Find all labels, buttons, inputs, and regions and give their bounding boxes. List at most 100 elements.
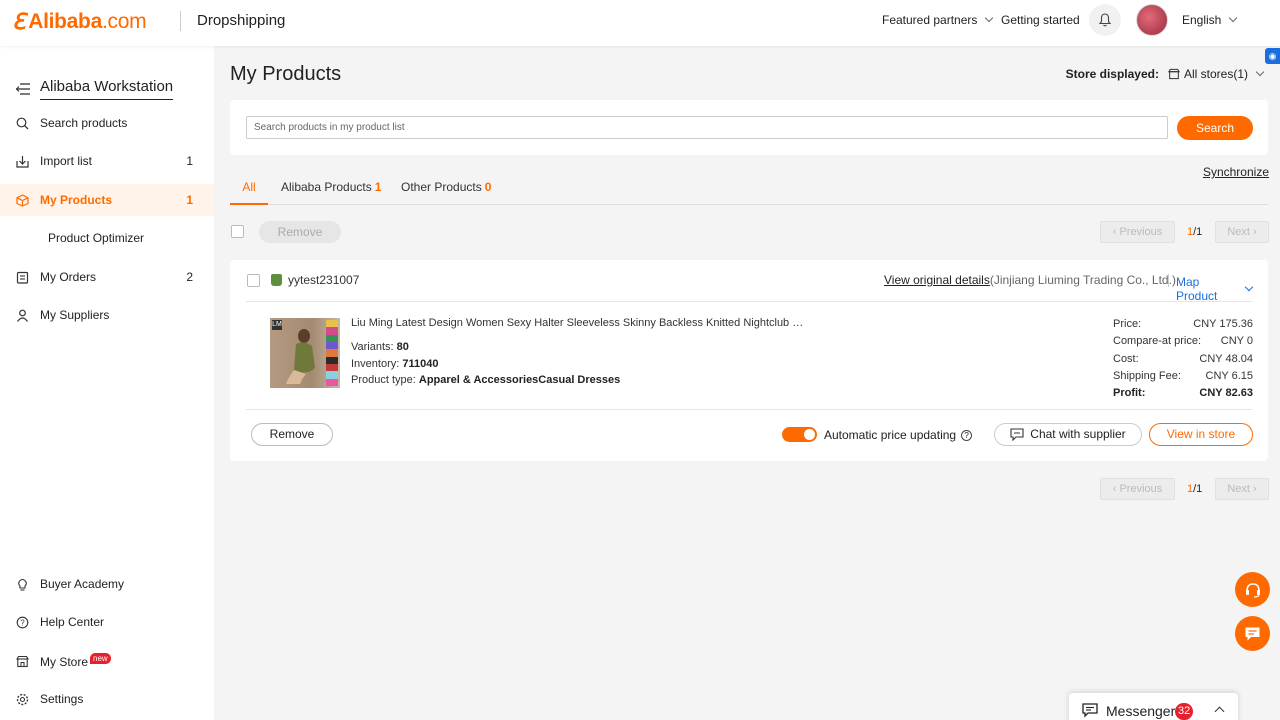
remove-product-button[interactable]: Remove (251, 423, 333, 446)
sidebar-item-import-list[interactable]: Import list 1 (0, 145, 214, 177)
collapse-menu-icon[interactable] (16, 83, 30, 95)
search-icon (15, 116, 29, 130)
featured-partners-menu[interactable]: Featured partners (882, 13, 994, 27)
previous-label: Previous (1119, 483, 1163, 495)
sidebar-item-count: 2 (186, 270, 193, 284)
product-tabs: All Alibaba Products 1 Other Products 0 (230, 170, 1268, 205)
store-icon (15, 654, 29, 668)
supplier-name: (Jinjiang Liuming Trading Co., Ltd.) (989, 273, 1176, 287)
tab-all[interactable]: All (230, 170, 268, 205)
product-checkbox[interactable] (247, 274, 260, 287)
headset-icon (1245, 582, 1260, 598)
auto-price-label: Automatic price updating ? (824, 428, 973, 442)
bell-icon (1098, 13, 1112, 27)
view-original-link[interactable]: View original details (884, 273, 990, 287)
sidebar-item-my-store[interactable]: My Store new (0, 645, 214, 677)
product-card-header: yytest231007 View original details(Jinji… (246, 260, 1254, 303)
next-label: Next (1227, 483, 1250, 495)
sidebar: Alibaba Workstation Search products Impo… (0, 46, 214, 720)
floating-assistant-icon[interactable]: ◉ (1265, 48, 1280, 64)
sidebar-item-buyer-academy[interactable]: Buyer Academy (0, 568, 214, 600)
avatar[interactable] (1136, 4, 1168, 36)
price-label: Shipping Fee: (1113, 369, 1181, 382)
price-row: Price: CNY 175.36 (1113, 318, 1253, 335)
page-title: My Products (230, 63, 342, 85)
customer-service-button[interactable] (1235, 572, 1270, 607)
price-value: CNY 6.15 (1205, 369, 1254, 382)
sidebar-item-my-products[interactable]: My Products 1 (0, 184, 214, 216)
variants-label: Variants: (351, 341, 397, 353)
compare-at-price-row: Compare-at price: CNY 0 (1113, 335, 1253, 352)
sidebar-item-label: Help Center (40, 615, 105, 629)
orders-icon (15, 270, 29, 284)
divider (1168, 274, 1169, 287)
product-type: Product type: Apparel & AccessoriesCasua… (351, 374, 620, 386)
sidebar-item-label: My Orders (40, 270, 97, 284)
notifications-button[interactable] (1089, 4, 1121, 36)
messenger-bar[interactable]: Messenger 32 (1069, 693, 1238, 720)
sidebar-item-my-suppliers[interactable]: My Suppliers (0, 299, 214, 331)
bulk-remove-button[interactable]: Remove (259, 221, 341, 243)
select-all-checkbox[interactable] (231, 225, 244, 238)
sidebar-item-search-products[interactable]: Search products (0, 107, 214, 139)
next-page-button[interactable]: Next › (1215, 221, 1269, 243)
chevron-up-icon[interactable] (1214, 706, 1225, 717)
alibaba-logo[interactable]: ℇ Alibaba .com (12, 9, 147, 35)
previous-page-button-bottom[interactable]: ‹ Previous (1100, 478, 1175, 500)
sidebar-item-settings[interactable]: Settings (0, 683, 214, 715)
feedback-button[interactable] (1235, 616, 1270, 651)
auto-price-toggle[interactable] (782, 427, 817, 442)
chat-with-supplier-button[interactable]: Chat with supplier (994, 423, 1142, 446)
messenger-unread-badge: 32 (1175, 703, 1194, 720)
shipping-fee-row: Shipping Fee: CNY 6.15 (1113, 370, 1253, 387)
search-input[interactable] (246, 116, 1168, 139)
section-title[interactable]: Dropshipping (197, 12, 285, 29)
workstation-header[interactable]: Alibaba Workstation (16, 78, 174, 100)
alibaba-logo-mark-icon: ℇ (12, 9, 26, 34)
price-label: Compare-at price: (1113, 335, 1202, 348)
map-product-dropdown[interactable]: Map Product (1176, 275, 1254, 303)
sidebar-item-product-optimizer[interactable]: Product Optimizer (0, 222, 214, 254)
chat-icon (1010, 428, 1024, 441)
sidebar-item-label: Product Optimizer (48, 231, 145, 245)
user-icon (15, 308, 29, 322)
price-summary: Price: CNY 175.36 Compare-at price: CNY 0 … (1113, 318, 1253, 404)
view-in-store-button[interactable]: View in store (1149, 423, 1253, 446)
store-selector[interactable]: Store displayed: All stores(1) (1066, 67, 1265, 81)
sidebar-item-label: Buyer Academy (40, 577, 125, 591)
sidebar-item-help-center[interactable]: ? Help Center (0, 606, 214, 638)
price-label: Cost: (1113, 352, 1139, 365)
page-indicator: 1/1 (1187, 226, 1202, 238)
sidebar-item-label: My Products (40, 193, 113, 207)
shopify-icon (271, 274, 282, 286)
sidebar-item-label: My Store new (40, 653, 111, 669)
price-label: Price: (1113, 318, 1142, 330)
type-label: Product type: (351, 374, 419, 386)
getting-started-link[interactable]: Getting started (1001, 13, 1080, 27)
question-icon[interactable]: ? (961, 429, 973, 441)
chevron-down-icon (1229, 13, 1238, 23)
product-variants: Variants: 80 (351, 341, 409, 353)
my-store-label: My Store (40, 655, 89, 669)
product-inventory: Inventory: 711040 (351, 358, 438, 370)
product-thumbnail[interactable]: LM (270, 318, 340, 388)
sidebar-item-label: Settings (40, 692, 84, 706)
sidebar-item-my-orders[interactable]: My Orders 2 (0, 261, 214, 293)
tab-label: All (242, 180, 256, 194)
price-value: CNY 175.36 (1193, 318, 1253, 330)
next-page-button-bottom[interactable]: Next › (1215, 478, 1269, 500)
language-selector[interactable]: English (1182, 13, 1238, 27)
total-pages: /1 (1193, 483, 1203, 495)
lightbulb-icon (15, 577, 29, 591)
header-divider (180, 11, 181, 31)
product-title[interactable]: Liu Ming Latest Design Women Sexy Halter… (351, 317, 811, 329)
search-button[interactable]: Search (1177, 116, 1253, 140)
store-name-text: yytest231007 (288, 273, 360, 287)
tab-alibaba-products[interactable]: Alibaba Products 1 (281, 170, 381, 205)
workstation-title: Alibaba Workstation (40, 78, 174, 100)
tab-other-products[interactable]: Other Products 0 (401, 170, 491, 205)
gear-icon (15, 692, 29, 706)
previous-page-button[interactable]: ‹ Previous (1100, 221, 1175, 243)
help-icon: ? (15, 615, 29, 629)
chat-label: Chat with supplier (1030, 427, 1126, 441)
